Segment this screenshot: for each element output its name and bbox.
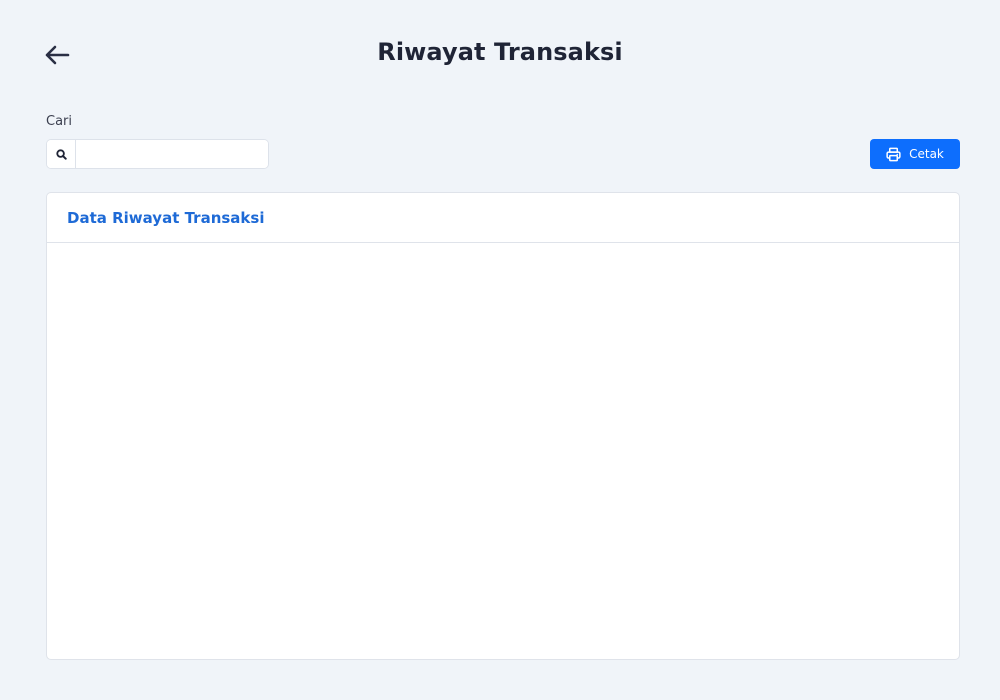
print-button-label: Cetak (909, 147, 944, 161)
page: Riwayat Transaksi Cari Cetak Data Riwaya… (0, 0, 1000, 700)
search-icon (55, 148, 67, 160)
search-label: Cari (46, 114, 72, 129)
search-input[interactable] (76, 140, 268, 168)
card-header: Data Riwayat Transaksi (47, 193, 959, 243)
card-body (47, 243, 959, 659)
card-title: Data Riwayat Transaksi (67, 208, 265, 227)
search-addon (47, 140, 76, 168)
page-title: Riwayat Transaksi (377, 38, 623, 66)
search-group (46, 139, 269, 169)
print-button[interactable]: Cetak (870, 139, 960, 169)
printer-icon (886, 147, 901, 161)
transaction-history-card: Data Riwayat Transaksi (46, 192, 960, 660)
